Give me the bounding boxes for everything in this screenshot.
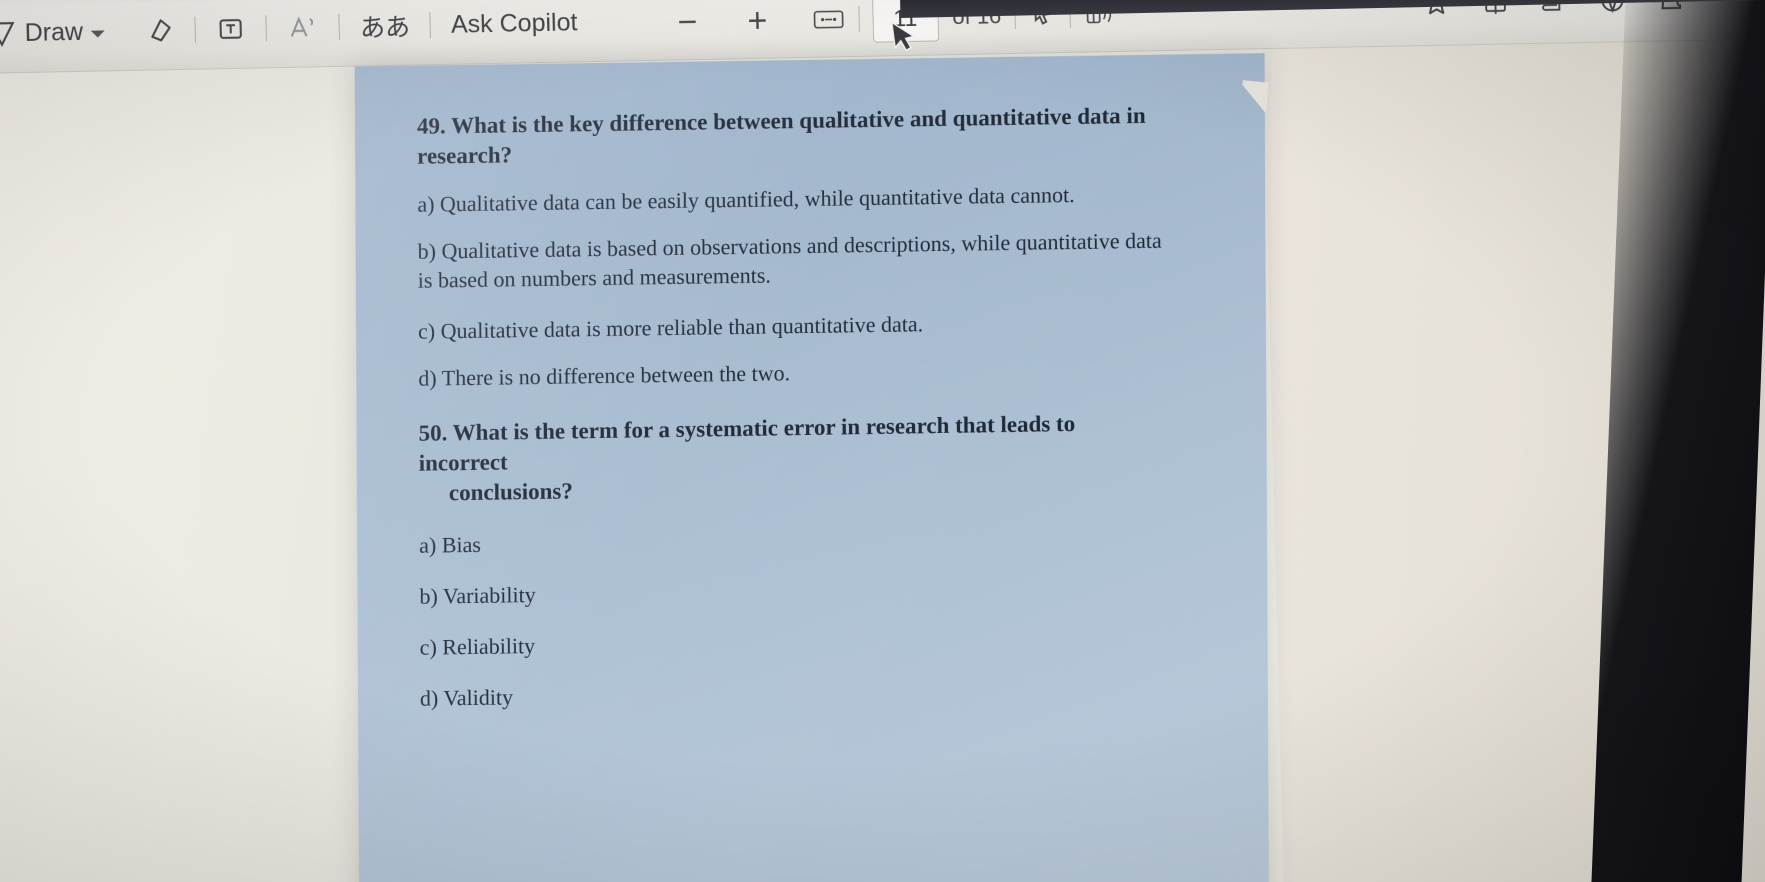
toolbar-divider	[858, 5, 860, 32]
photo-of-screen: ments/research%20in%20nursing%20final.pd…	[0, 0, 1765, 882]
pdf-toolbar-left-group: Draw ああ Ask Copilot	[0, 2, 585, 54]
question-49-option-b: b) Qualitative data is based on observat…	[417, 227, 1162, 293]
zoom-out-button[interactable]: −	[671, 3, 704, 41]
fit-to-width-icon[interactable]	[811, 6, 846, 33]
pdf-viewer[interactable]: 49. What is the key difference between q…	[0, 39, 1765, 882]
question-49-option-c: c) Qualitative data is more reliable tha…	[417, 311, 924, 344]
highlight-text-icon	[287, 12, 320, 43]
question-49-option-a: a) Qualitative data can be easily quanti…	[417, 181, 1075, 217]
toolbar-divider	[194, 16, 197, 43]
eraser-button[interactable]	[138, 13, 183, 48]
question-50-text: 50. What is the term for a systematic er…	[418, 410, 1076, 476]
chevron-down-icon[interactable]	[91, 29, 106, 38]
zoom-in-button[interactable]: +	[741, 2, 774, 40]
pen-icon	[0, 18, 17, 49]
question-50-option-c: c) Reliability	[419, 632, 536, 660]
question-50-option-a: a) Bias	[419, 531, 481, 558]
translate-label: ああ	[359, 13, 411, 43]
ask-copilot-label: Ask Copilot	[450, 7, 578, 39]
browser-window: ments/research%20in%20nursing%20final.pd…	[0, 0, 1765, 882]
toolbar-divider	[265, 15, 268, 42]
question-49-text: 49. What is the key difference between q…	[416, 102, 1146, 169]
toolbar-divider	[338, 13, 341, 40]
mouse-cursor	[884, 16, 924, 65]
toolbar-divider	[429, 12, 432, 39]
draw-button[interactable]: Draw	[0, 14, 112, 51]
question-49-option-d: d) There is no difference between the tw…	[418, 360, 791, 391]
add-text-button[interactable]	[209, 12, 254, 47]
page-corner-highlight	[1238, 80, 1269, 123]
translate-button[interactable]: ああ	[352, 5, 417, 46]
text-box-icon	[216, 14, 247, 45]
draw-label: Draw	[24, 17, 84, 47]
question-50-option-d: d) Validity	[419, 684, 514, 711]
ask-copilot-button[interactable]: Ask Copilot	[444, 6, 585, 42]
eraser-icon	[145, 15, 176, 46]
question-50-option-b: b) Variability	[419, 581, 536, 609]
pdf-page-content: 49. What is the key difference between q…	[417, 101, 1170, 713]
highlight-button[interactable]	[280, 10, 327, 45]
pdf-page[interactable]: 49. What is the key difference between q…	[354, 53, 1270, 882]
